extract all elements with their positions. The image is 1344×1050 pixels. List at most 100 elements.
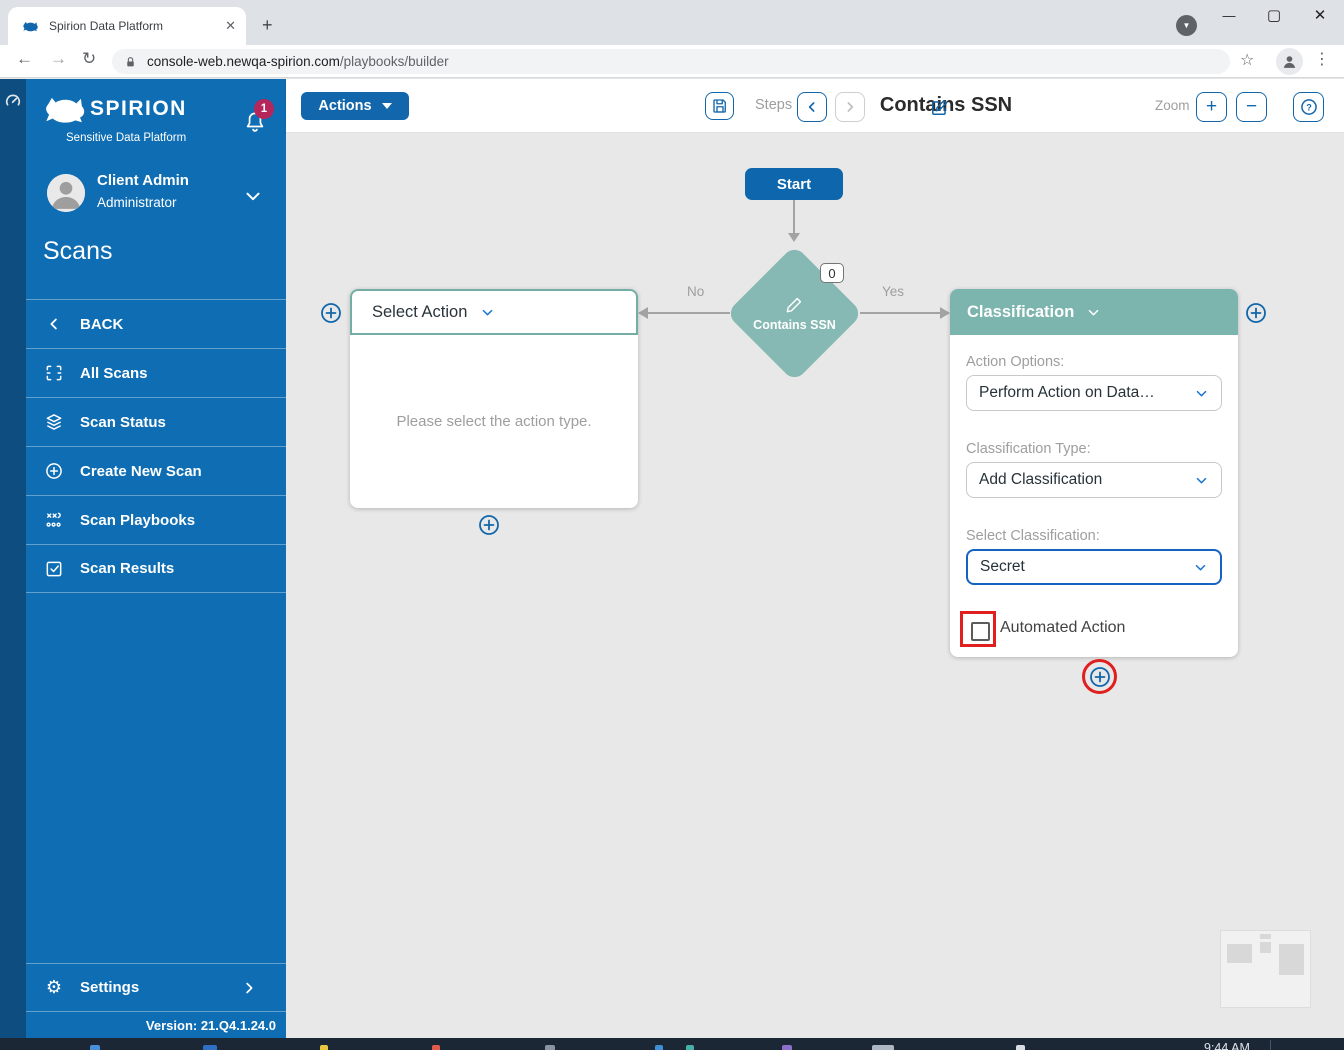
connector-no-branch — [648, 312, 730, 314]
browser-back-button[interactable]: ← — [16, 49, 33, 69]
minimap-decision-node — [1260, 942, 1271, 953]
sidebar-item-back[interactable]: BACK — [26, 299, 286, 348]
minimap-start-node — [1260, 934, 1271, 939]
gauge-icon[interactable] — [3, 91, 23, 111]
taskbar-icon[interactable] — [432, 1045, 440, 1050]
browser-profile-avatar[interactable] — [1276, 48, 1303, 75]
automated-action-checkbox[interactable] — [971, 622, 990, 641]
sidebar-item-scan-results[interactable]: Scan Results — [26, 544, 286, 593]
connector-start-decision — [793, 200, 795, 233]
url-text: console-web.newqa-spirion.com/playbooks/… — [147, 54, 449, 69]
plus-circle-icon — [43, 460, 65, 482]
classification-card: Classification Action Options: Perform A… — [950, 289, 1238, 657]
user-chevron-down-icon[interactable] — [242, 185, 264, 207]
sidebar-menu: BACK All Scans Scan Status Create New Sc… — [26, 299, 286, 593]
arrowhead-right — [940, 307, 950, 319]
taskbar-icon[interactable] — [203, 1045, 217, 1050]
canvas-minimap[interactable] — [1220, 930, 1311, 1008]
browser-menu-icon[interactable]: ⋮ — [1314, 49, 1330, 69]
taskbar-icon[interactable] — [1016, 1045, 1025, 1050]
media-controls-icon[interactable]: ▼ — [1176, 15, 1197, 36]
minimap-select-action-node — [1227, 944, 1252, 963]
tab-close-icon[interactable]: ✕ — [225, 18, 236, 34]
classification-header-dropdown[interactable]: Classification — [950, 289, 1238, 335]
taskbar-icon[interactable] — [320, 1045, 328, 1050]
add-node-left-button[interactable] — [319, 301, 343, 325]
save-button[interactable] — [705, 92, 734, 120]
classification-type-select[interactable]: Add Classification — [966, 462, 1222, 498]
window-minimize-button[interactable]: — — [1214, 6, 1244, 26]
sidebar-item-create-new-scan[interactable]: Create New Scan — [26, 446, 286, 495]
chevron-down-icon — [1193, 560, 1208, 575]
select-classification-select[interactable]: Secret — [966, 549, 1222, 585]
decision-count-badge: 0 — [820, 263, 844, 283]
pencil-icon — [785, 295, 804, 314]
window-close-button[interactable]: ✕ — [1305, 6, 1335, 26]
zoom-out-button[interactable]: − — [1236, 92, 1267, 122]
address-input[interactable]: console-web.newqa-spirion.com/playbooks/… — [112, 49, 1230, 74]
notification-badge: 1 — [254, 99, 274, 119]
lock-icon — [124, 55, 137, 69]
os-taskbar[interactable]: 9:44 AM — [0, 1038, 1344, 1050]
select-action-dropdown[interactable]: Select Action — [350, 289, 638, 335]
scan-frame-icon — [43, 362, 65, 384]
zoom-label: Zoom — [1155, 98, 1190, 113]
browser-forward-button[interactable]: → — [50, 49, 67, 69]
chevron-down-icon — [1194, 473, 1209, 488]
chevron-down-icon — [1194, 386, 1209, 401]
select-action-body: Please select the action type. — [350, 335, 638, 508]
taskbar-icon[interactable] — [872, 1045, 894, 1050]
tab-title: Spirion Data Platform — [49, 19, 164, 33]
user-role: Administrator — [97, 195, 177, 210]
browser-refresh-button[interactable]: ↻ — [82, 49, 96, 69]
taskbar-icon[interactable] — [655, 1045, 663, 1050]
layers-icon — [43, 411, 65, 433]
start-node[interactable]: Start — [745, 168, 843, 200]
playbook-canvas[interactable]: Start No Yes Contains SSN 0 Select Actio… — [286, 133, 1344, 1038]
brand-tagline: Sensitive Data Platform — [66, 132, 187, 144]
bookmark-star-icon[interactable]: ☆ — [1240, 50, 1254, 70]
left-rail — [0, 79, 26, 1038]
taskbar-icon[interactable] — [90, 1045, 100, 1050]
chevron-left-icon — [43, 313, 65, 335]
new-tab-button[interactable]: + — [262, 16, 273, 34]
add-node-below-select-action-button[interactable] — [477, 513, 501, 537]
brand-block: SPIRION Sensitive Data Platform 1 — [26, 91, 286, 151]
builder-toolbar: Actions Steps Contains SSN Zoom + − ? — [286, 79, 1344, 133]
browser-tab[interactable]: Spirion Data Platform ✕ — [8, 7, 246, 45]
chevron-down-icon — [1086, 305, 1101, 320]
user-avatar — [47, 174, 85, 212]
actions-button[interactable]: Actions — [301, 92, 409, 120]
branch-label-no: No — [687, 284, 705, 299]
brand-name: SPIRION — [90, 97, 187, 120]
sidebar-item-all-scans[interactable]: All Scans — [26, 348, 286, 397]
annotation-highlight-circle — [1082, 659, 1117, 694]
connector-yes-branch — [860, 312, 940, 314]
sidebar-item-scan-status[interactable]: Scan Status — [26, 397, 286, 446]
screen: Spirion Data Platform ✕ + ▼ — ▢ ✕ ← → ↻ … — [0, 0, 1344, 1050]
help-button[interactable]: ? — [1293, 92, 1324, 122]
user-name: Client Admin — [97, 172, 189, 189]
sidebar-item-scan-playbooks[interactable]: Scan Playbooks — [26, 495, 286, 544]
branch-label-yes: Yes — [882, 284, 905, 299]
user-menu[interactable]: Client Admin Administrator — [26, 169, 286, 225]
chevron-down-icon — [480, 305, 495, 320]
sidebar: SPIRION Sensitive Data Platform 1 Client… — [26, 79, 286, 1038]
taskbar-icon[interactable] — [545, 1045, 555, 1050]
taskbar-icon[interactable] — [782, 1045, 792, 1050]
add-node-right-button[interactable] — [1244, 301, 1268, 325]
favicon-spirion-icon — [22, 20, 39, 33]
playbook-strategy-icon — [43, 509, 65, 531]
add-node-below-classification-button[interactable] — [1088, 665, 1112, 689]
window-maximize-button[interactable]: ▢ — [1259, 6, 1289, 26]
check-square-icon — [43, 558, 65, 580]
edit-title-icon[interactable] — [930, 98, 949, 117]
sidebar-item-settings[interactable]: ⚙ Settings — [26, 963, 286, 1012]
zoom-in-button[interactable]: + — [1196, 92, 1227, 122]
arrowhead-left — [638, 307, 648, 319]
browser-url-bar: ← → ↻ console-web.newqa-spirion.com/play… — [0, 45, 1344, 78]
classification-type-label: Classification Type: — [966, 441, 1091, 457]
taskbar-icon[interactable] — [686, 1045, 694, 1050]
annotation-highlight-box — [960, 611, 996, 647]
action-options-select[interactable]: Perform Action on Data… — [966, 375, 1222, 411]
